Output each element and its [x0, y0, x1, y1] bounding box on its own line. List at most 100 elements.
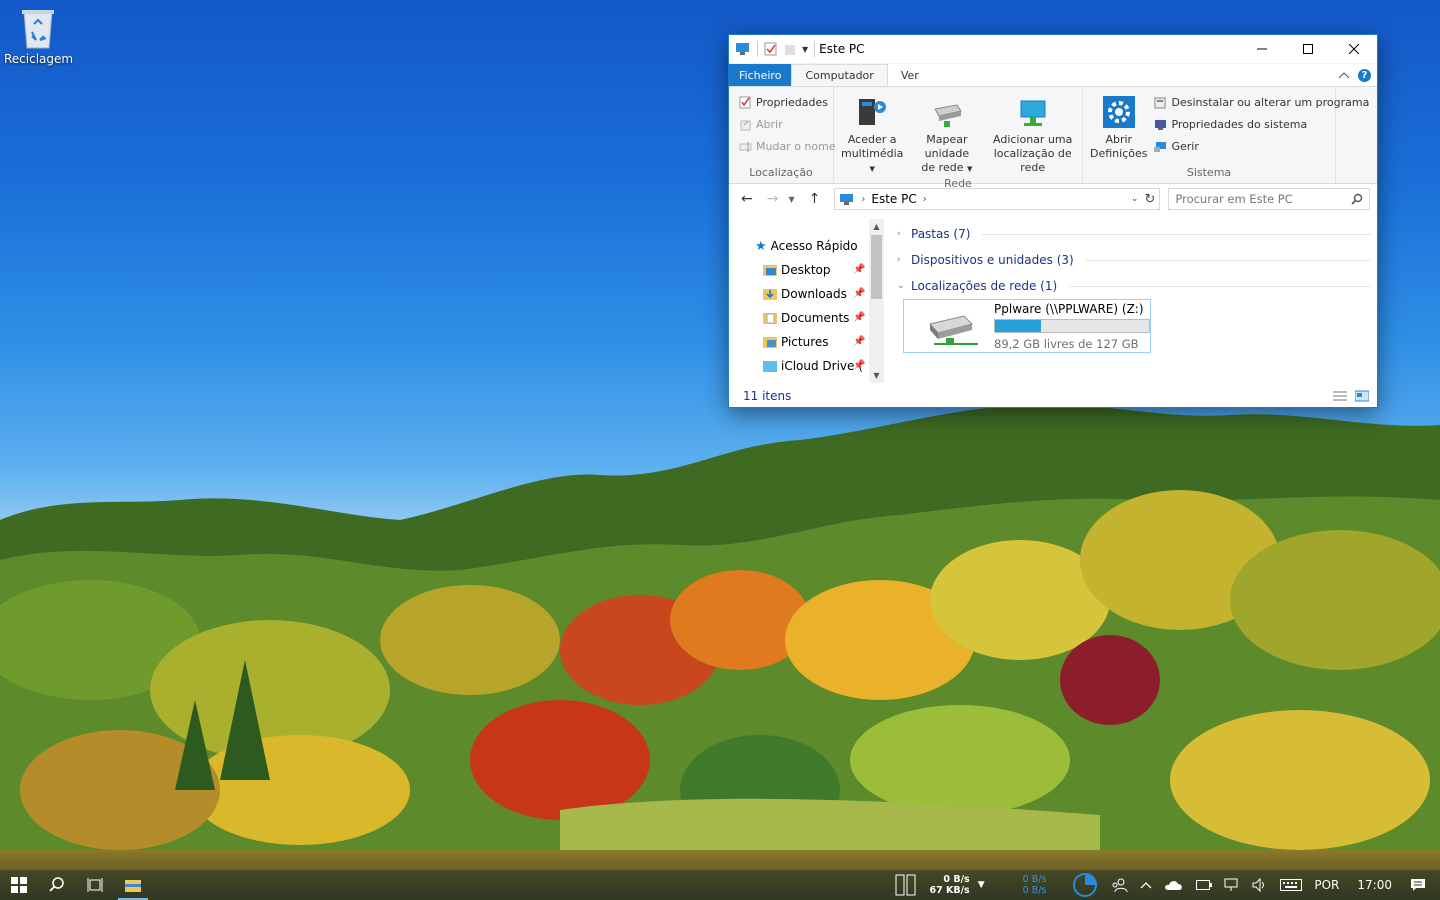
collapse-ribbon-icon[interactable]	[1338, 71, 1350, 79]
manage-button[interactable]: Gerir	[1154, 138, 1369, 155]
show-hidden-icons-button[interactable]	[1134, 870, 1158, 900]
pin-icon[interactable]: 📌	[853, 312, 865, 323]
properties-icon	[739, 96, 751, 109]
tab-file[interactable]: Ficheiro	[729, 64, 792, 86]
net-meter-secondary[interactable]: 0 B/s 0 B/s	[1017, 870, 1053, 900]
battery-button[interactable]	[1190, 870, 1218, 900]
add-network-location-button[interactable]: Adicionar uma localização de rede	[987, 91, 1078, 176]
people-button[interactable]	[1104, 870, 1134, 900]
drive-usage-fill	[995, 319, 1041, 332]
section-network-locations[interactable]: ⌄ Localizações de rede (1)	[897, 279, 1371, 293]
search-input[interactable]	[1175, 192, 1346, 206]
volume-button[interactable]	[1246, 870, 1274, 900]
maximize-button[interactable]	[1285, 35, 1331, 63]
windows-logo-icon	[11, 877, 27, 893]
scroll-down-icon[interactable]: ▼	[869, 371, 884, 380]
documents-folder-icon	[763, 313, 777, 324]
open-button[interactable]: Abrir	[739, 116, 836, 133]
system-properties-icon	[1155, 120, 1167, 130]
rename-icon	[739, 142, 752, 152]
recent-locations-icon[interactable]: ▼	[788, 195, 794, 204]
search-box[interactable]	[1168, 188, 1371, 210]
action-center-button[interactable]	[1404, 870, 1440, 900]
tab-view[interactable]: Ver	[888, 64, 932, 86]
pin-icon[interactable]: 📌	[853, 288, 865, 299]
refresh-icon[interactable]: ↻	[1144, 192, 1155, 207]
address-dropdown-icon[interactable]: ⌄	[1131, 194, 1139, 204]
uninstall-program-button[interactable]: Desinstalar ou alterar um programa	[1154, 94, 1369, 111]
nav-item-desktop[interactable]: Desktop	[763, 260, 831, 280]
main-pane[interactable]: › Pastas (7) › Dispositivos e unidades (…	[889, 219, 1373, 385]
network-button[interactable]	[1218, 870, 1246, 900]
pin-icon[interactable]: 📌	[853, 264, 865, 275]
scroll-up-icon[interactable]: ▲	[869, 222, 884, 231]
speaker-icon	[1252, 878, 1265, 892]
scrollbar-thumb[interactable]	[871, 235, 882, 299]
maximize-icon	[1303, 44, 1313, 54]
access-media-button[interactable]: Aceder a multimédia ▼	[838, 91, 906, 176]
tray-app-icon[interactable]	[889, 870, 923, 900]
open-settings-button[interactable]: Abrir Definições	[1087, 91, 1150, 165]
breadcrumb-chevron-icon[interactable]: ›	[923, 194, 927, 205]
customize-toolbar-icon[interactable]: ▼	[802, 45, 808, 54]
properties-icon[interactable]	[764, 42, 778, 56]
up-arrow-icon[interactable]: ↑	[809, 191, 821, 207]
nav-item-icloud-drive[interactable]: iCloud Drive (	[763, 356, 863, 376]
rename-button[interactable]: Mudar o nome	[739, 138, 836, 155]
start-button[interactable]	[0, 870, 38, 900]
open-label: Abrir	[756, 118, 783, 131]
help-icon[interactable]: ?	[1358, 68, 1371, 82]
expand-chevron-icon[interactable]: ›	[897, 229, 905, 239]
back-arrow-icon[interactable]: ←	[741, 191, 753, 207]
clock[interactable]: 17:00	[1345, 870, 1404, 900]
pin-icon[interactable]: 📌	[853, 336, 865, 347]
touch-keyboard-button[interactable]	[1274, 870, 1308, 900]
task-view-button[interactable]	[76, 870, 114, 900]
network-drive-icon	[934, 104, 962, 127]
nav-item-documents[interactable]: Documents	[763, 308, 849, 328]
navigation-pane[interactable]: ★ Acesso Rápido Desktop Downloads Docume…	[729, 219, 885, 385]
taskbar-file-explorer[interactable]	[114, 870, 152, 900]
tray-pie-gauge[interactable]	[1066, 870, 1104, 900]
nav-item-pictures[interactable]: Pictures	[763, 332, 829, 352]
properties-button[interactable]: Propriedades	[739, 94, 836, 111]
expand-chevron-icon[interactable]: ›	[897, 255, 905, 265]
search-icon[interactable]	[1351, 193, 1363, 205]
section-folders[interactable]: › Pastas (7)	[897, 227, 1371, 241]
map-drive-label-2: de rede	[921, 161, 964, 174]
downloads-folder-icon	[763, 289, 777, 300]
map-network-drive-button[interactable]: Mapear unidade de rede ▼	[908, 91, 985, 176]
close-button[interactable]	[1331, 35, 1377, 63]
media-server-icon	[859, 99, 887, 125]
system-properties-button[interactable]: Propriedades do sistema	[1154, 116, 1369, 133]
onedrive-button[interactable]	[1158, 870, 1190, 900]
tab-computer[interactable]: Computador	[791, 64, 888, 86]
input-language[interactable]: POR	[1308, 870, 1345, 900]
access-media-label-2: multimédia	[841, 147, 904, 160]
section-label: Pastas (7)	[911, 227, 971, 241]
forward-arrow-icon[interactable]: →	[767, 191, 779, 207]
network-drive-tile[interactable]: Pplware (\\PPLWARE) (Z:) 89,2 GB livres …	[903, 299, 1151, 353]
minimize-button[interactable]	[1239, 35, 1285, 63]
net-meter[interactable]: 0 B/s 67 KB/s ▼	[923, 870, 990, 900]
breadcrumb-this-pc[interactable]: Este PC	[871, 192, 916, 206]
nav-item-downloads[interactable]: Downloads	[763, 284, 847, 304]
recycle-bin-shortcut[interactable]: Reciclagem	[4, 4, 73, 66]
collapse-chevron-icon[interactable]: ⌄	[897, 281, 905, 291]
network-drive-icon	[929, 315, 978, 345]
nav-item-quick-access[interactable]: ★ Acesso Rápido	[755, 236, 858, 256]
search-button[interactable]	[38, 870, 76, 900]
open-icon	[740, 120, 751, 131]
details-view-icon[interactable]	[1333, 390, 1347, 402]
large-icons-view-icon[interactable]	[1355, 390, 1369, 402]
section-devices[interactable]: › Dispositivos e unidades (3)	[897, 253, 1371, 267]
pin-icon[interactable]: 📌	[853, 360, 865, 371]
nav-scrollbar[interactable]: ▲ ▼	[869, 219, 884, 383]
new-folder-icon[interactable]	[784, 42, 796, 56]
title-bar[interactable]: ▼ Este PC	[729, 35, 1377, 64]
file-explorer-window[interactable]: ▼ Este PC Ficheiro Computador Ver ? Prop…	[728, 34, 1378, 408]
map-drive-label-1: Mapear unidade	[924, 133, 970, 160]
address-bar[interactable]: › Este PC › ⌄ ↻	[834, 188, 1161, 210]
dropdown-arrow-icon: ▼	[869, 165, 875, 173]
breadcrumb-chevron-icon[interactable]: ›	[861, 194, 865, 205]
